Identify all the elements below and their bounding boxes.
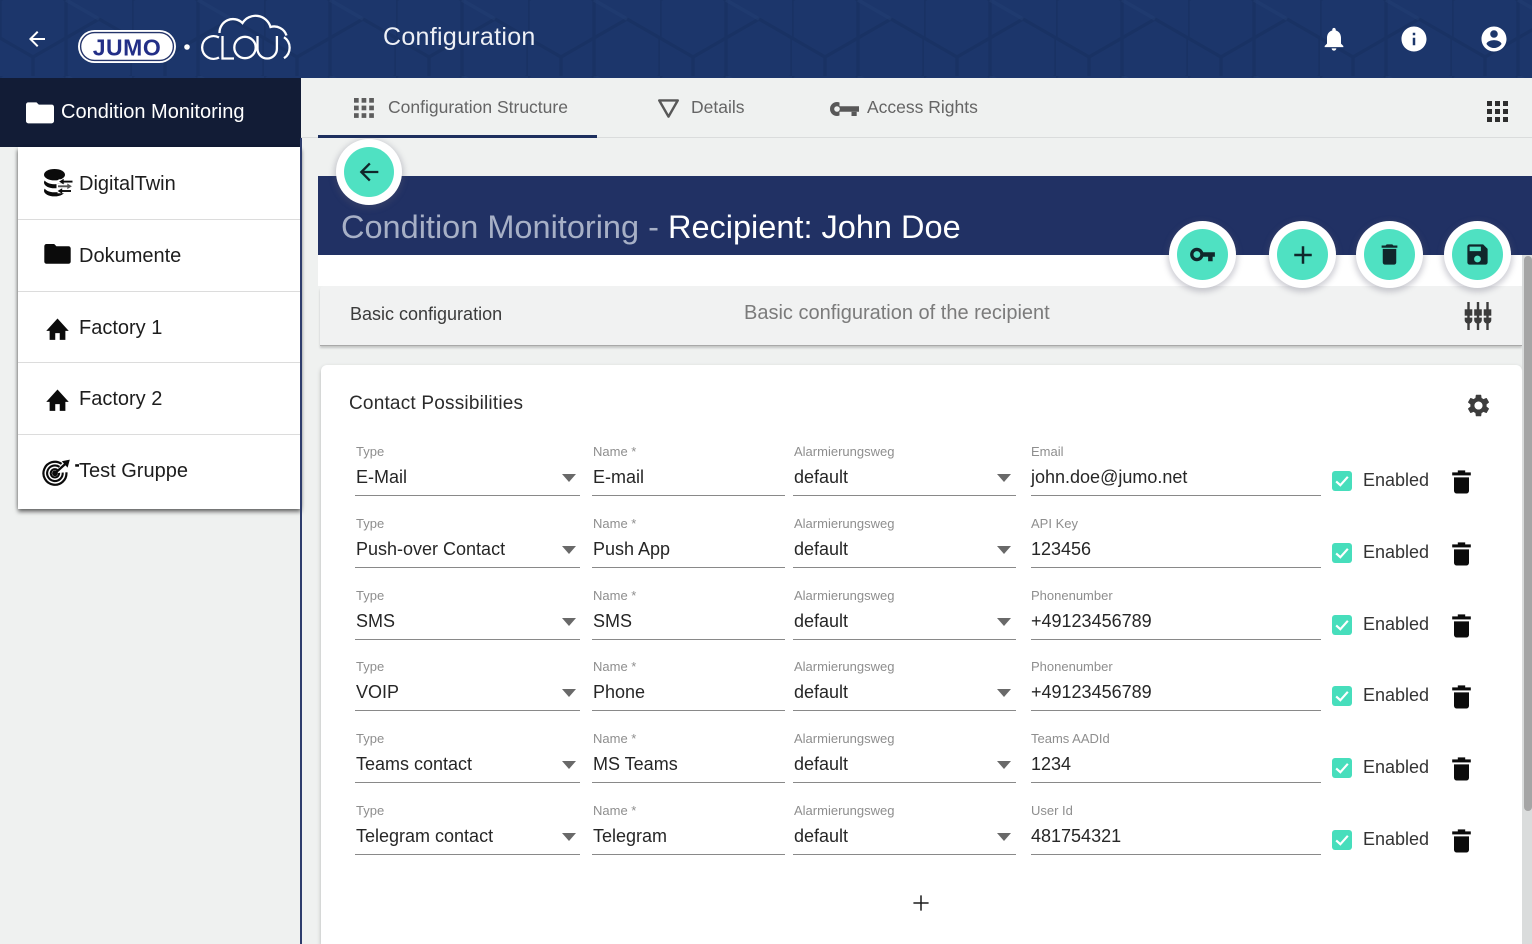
svg-text:JUMO: JUMO [93,35,161,61]
